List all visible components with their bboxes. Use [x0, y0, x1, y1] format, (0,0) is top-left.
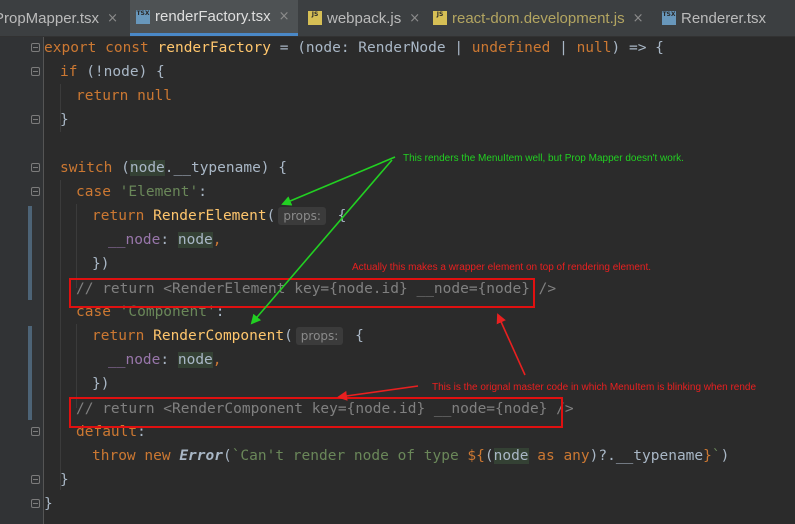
code-line-15[interactable]: }) [92, 372, 109, 396]
editor-gutter [0, 37, 44, 524]
tab-label: Renderer.tsx [681, 9, 767, 27]
code-line-3[interactable]: return null [76, 84, 172, 108]
tab-label: react-dom.development.js [452, 9, 625, 27]
close-icon[interactable]: × [633, 11, 644, 26]
annotation-box-render-component [69, 397, 563, 428]
fold-icon[interactable] [31, 499, 40, 508]
fold-icon[interactable] [31, 163, 40, 172]
tab-webpack[interactable]: JS webpack.js × [308, 0, 420, 36]
code-line-18[interactable]: throw new Error(`Can't render node of ty… [92, 444, 729, 468]
indent-guide [76, 204, 77, 288]
tab-label: webpack.js [327, 9, 402, 27]
code-line-9[interactable]: __node: node, [108, 228, 222, 252]
fold-icon[interactable] [31, 67, 40, 76]
editor-tab-bar: PropMapper.tsx × TSX renderFactory.tsx ×… [0, 0, 795, 37]
tsx-file-icon: TSX [662, 11, 676, 25]
vcs-change-marker [28, 206, 32, 300]
code-line-7[interactable]: case 'Element': [76, 180, 207, 204]
indent-guide [60, 180, 61, 490]
code-line-4[interactable]: } [60, 108, 69, 132]
code-line-8[interactable]: return RenderElement(props: { [92, 204, 346, 228]
js-file-icon: JS [308, 11, 322, 25]
code-line-2[interactable]: if (!node) { [60, 60, 165, 84]
tab-renderer[interactable]: TSX Renderer.tsx [662, 0, 766, 36]
annotation-box-render-element [69, 278, 535, 308]
code-line-1[interactable]: export const renderFactory = (node: Rend… [44, 36, 664, 60]
annotation-note-original: This is the orignal master code in which… [432, 382, 757, 393]
tab-propmapper[interactable]: PropMapper.tsx × [0, 0, 118, 36]
js-file-icon: JS [433, 11, 447, 25]
vcs-change-marker [28, 326, 32, 420]
code-line-13[interactable]: return RenderComponent(props: { [92, 324, 364, 348]
parameter-hint: props: [295, 327, 344, 345]
annotation-note-wrapper: Actually this makes a wrapper element on… [352, 262, 652, 273]
close-icon[interactable]: × [409, 11, 420, 26]
parameter-hint: props: [278, 207, 326, 225]
code-line-6[interactable]: switch (node.__typename) { [60, 156, 287, 180]
fold-icon[interactable] [31, 43, 40, 52]
indent-guide [76, 324, 77, 408]
tab-react-dom[interactable]: JS react-dom.development.js × [433, 0, 644, 36]
code-line-19[interactable]: } [60, 468, 69, 492]
gutter-divider [43, 37, 44, 524]
fold-icon[interactable] [31, 187, 40, 196]
code-line-14[interactable]: __node: node, [108, 348, 222, 372]
tsx-file-icon: TSX [136, 9, 150, 24]
code-line-20[interactable]: } [44, 492, 53, 516]
tab-label: renderFactory.tsx [155, 8, 271, 25]
fold-icon[interactable] [31, 475, 40, 484]
close-icon[interactable]: × [107, 11, 118, 26]
close-icon[interactable]: × [279, 9, 290, 24]
annotation-note-green: This renders the MenuItem well, but Prop… [403, 153, 684, 164]
tab-label: PropMapper.tsx [0, 9, 100, 27]
red-arrow-to-original-box [337, 385, 419, 401]
fold-icon[interactable] [31, 427, 40, 436]
green-arrow-to-render-element [281, 156, 396, 206]
code-line-10[interactable]: }) [92, 252, 109, 276]
red-arrow-to-wrapper-box [496, 313, 526, 376]
tab-renderfactory[interactable]: TSX renderFactory.tsx × [130, 0, 298, 36]
fold-icon[interactable] [31, 115, 40, 124]
